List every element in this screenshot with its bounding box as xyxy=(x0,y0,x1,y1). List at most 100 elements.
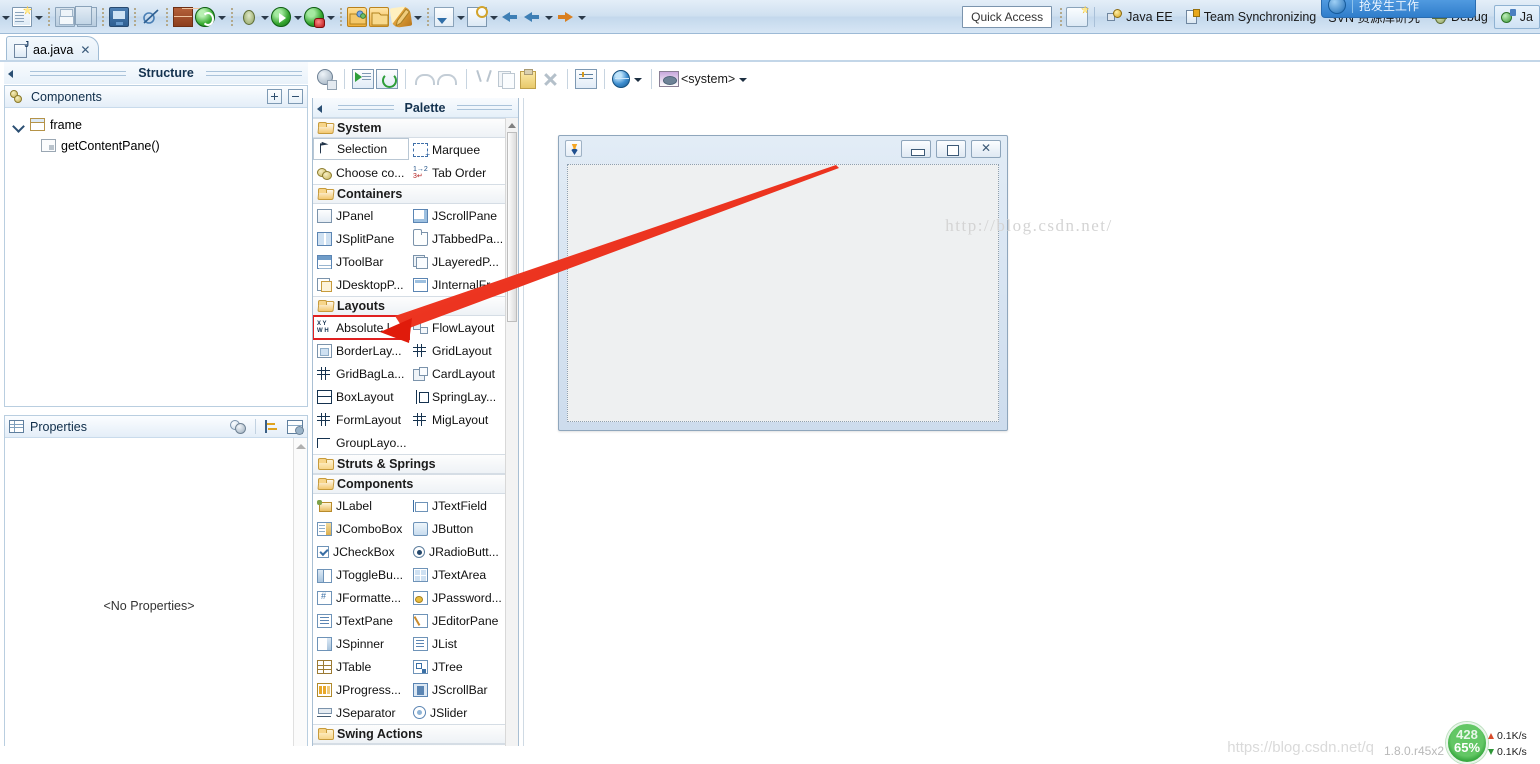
close-icon[interactable]: ✕ xyxy=(80,43,90,57)
scroll-up-icon[interactable] xyxy=(296,442,306,452)
open-folder-icon[interactable] xyxy=(347,6,367,27)
toolbar-overflow-arrow[interactable] xyxy=(0,7,11,27)
run-dropdown-arrow[interactable] xyxy=(292,7,303,27)
minimize-icon[interactable] xyxy=(901,140,931,158)
palette-item-jpasswordfield[interactable]: JPassword... xyxy=(409,586,505,609)
palette-section-containers[interactable]: Containers xyxy=(313,184,505,204)
globe-icon[interactable] xyxy=(612,70,630,88)
green-circle-icon[interactable] xyxy=(195,6,215,27)
search-icon[interactable] xyxy=(467,5,488,27)
properties-menu-icon[interactable] xyxy=(287,419,304,435)
back-arrow-icon[interactable] xyxy=(500,7,520,27)
chevron-down-icon[interactable] xyxy=(13,119,25,131)
globe-dropdown-icon[interactable] xyxy=(632,69,644,89)
redo-icon[interactable] xyxy=(437,69,459,89)
palette-item-cardlayout[interactable]: CardLayout xyxy=(409,362,505,385)
look-and-feel-dropdown-icon[interactable] xyxy=(737,69,749,89)
palette-item-jtogglebutton[interactable]: JToggleBu... xyxy=(313,563,409,586)
quill-icon[interactable] xyxy=(389,5,413,28)
palette-item-jsplitpane[interactable]: JSplitPane xyxy=(313,227,409,250)
grid-icon[interactable] xyxy=(173,6,193,27)
quick-access-input[interactable]: Quick Access xyxy=(962,5,1053,28)
export-icon[interactable] xyxy=(434,6,454,27)
annotation-off-icon[interactable] xyxy=(141,7,161,27)
palette-item-jtextarea[interactable]: JTextArea xyxy=(409,563,505,586)
palette-item-jtextpane[interactable]: JTextPane xyxy=(313,609,409,632)
restore-defaults-icon[interactable] xyxy=(230,419,246,434)
palette-section-swing-actions[interactable]: Swing Actions xyxy=(313,724,505,744)
new-file-icon[interactable] xyxy=(12,6,32,27)
palette-item-choose-component[interactable]: Choose co... xyxy=(313,161,409,184)
palette-item-miglayout[interactable]: MigLayout xyxy=(409,408,505,431)
palette-section-system[interactable]: System xyxy=(313,118,505,138)
debug-bug-icon[interactable] xyxy=(238,7,258,27)
palette-item-jspinner[interactable]: JSpinner xyxy=(313,632,409,655)
save-all-icon[interactable] xyxy=(75,5,97,27)
palette-item-gridbaglayout[interactable]: GridBagLa... xyxy=(313,362,409,385)
next-arrow-icon[interactable] xyxy=(555,7,575,27)
maximize-icon[interactable] xyxy=(936,140,966,158)
palette-item-absolute-layout[interactable]: Absolute l... xyxy=(313,315,410,340)
palette-section-struts-springs[interactable]: Struts & Springs xyxy=(313,454,505,474)
show-advanced-icon[interactable] xyxy=(265,419,281,434)
palette-scrollbar[interactable] xyxy=(505,118,518,763)
palette-item-jformattedtextfield[interactable]: JFormatte... xyxy=(313,586,409,609)
palette-item-jlist[interactable]: JList xyxy=(409,632,505,655)
palette-item-selection[interactable]: Selection xyxy=(313,138,409,160)
tree-item-frame[interactable]: frame xyxy=(13,114,307,135)
next-dropdown-arrow[interactable] xyxy=(576,7,587,27)
expand-all-button[interactable] xyxy=(267,89,282,104)
source-icon[interactable] xyxy=(352,69,374,89)
palette-item-jprogressbar[interactable]: JProgress... xyxy=(313,678,409,701)
tree-item-getcontentpane[interactable]: getContentPane() xyxy=(13,135,307,156)
new-file-dropdown-arrow[interactable] xyxy=(33,7,44,27)
system-monitor-widget[interactable]: 428 65% xyxy=(1446,722,1488,764)
debug-dropdown-arrow[interactable] xyxy=(259,7,270,27)
jframe-content-pane[interactable] xyxy=(567,164,999,422)
paste-icon[interactable] xyxy=(518,69,538,89)
refresh-icon[interactable] xyxy=(376,69,398,89)
palette-item-boxlayout[interactable]: BoxLayout xyxy=(313,385,409,408)
palette-item-jlayeredpane[interactable]: JLayeredP... xyxy=(409,250,505,273)
palette-item-jdesktoppane[interactable]: JDesktopP... xyxy=(313,273,409,296)
export-dropdown-arrow[interactable] xyxy=(455,7,466,27)
scrollbar-thumb[interactable] xyxy=(507,132,517,322)
palette-item-jtextfield[interactable]: JTextField xyxy=(409,494,505,517)
palette-item-jlabel[interactable]: JLabel xyxy=(313,494,409,517)
palette-item-gridlayout[interactable]: GridLayout xyxy=(409,339,505,362)
open-perspective-icon[interactable] xyxy=(1066,6,1089,27)
palette-item-jseparator[interactable]: JSeparator xyxy=(313,701,409,724)
palette-section-components[interactable]: Components xyxy=(313,474,505,494)
run-debug-icon[interactable] xyxy=(304,6,325,28)
perspective-java[interactable]: Ja xyxy=(1493,4,1540,29)
palette-collapse-icon[interactable] xyxy=(313,99,327,117)
palette-section-layouts[interactable]: Layouts xyxy=(313,296,505,316)
palette-item-jinternalframe[interactable]: JInternalFr. xyxy=(409,273,505,296)
folder-icon[interactable] xyxy=(369,6,389,27)
palette-item-jradiobutton[interactable]: JRadioButt... xyxy=(409,540,505,563)
palette-item-jtabbedpane[interactable]: JTabbedPa... xyxy=(409,227,505,250)
palette-item-springlayout[interactable]: SpringLay... xyxy=(409,385,505,408)
palette-item-jscrollpane[interactable]: JScrollPane xyxy=(409,204,505,227)
prev-arrow-icon[interactable] xyxy=(522,7,542,27)
jframe-preview[interactable] xyxy=(558,135,1008,431)
palette-item-jscrollbar[interactable]: JScrollBar xyxy=(409,678,505,701)
palette-item-jtable[interactable]: JTable xyxy=(313,655,409,678)
properties-scrollbar[interactable] xyxy=(293,438,307,764)
palette-item-jpanel[interactable]: JPanel xyxy=(313,204,409,227)
run-play-icon[interactable] xyxy=(271,6,291,27)
palette-item-jbutton[interactable]: JButton xyxy=(409,517,505,540)
palette-item-marquee[interactable]: Marquee xyxy=(409,138,505,161)
test-icon[interactable] xyxy=(315,68,337,90)
prev-dropdown-arrow[interactable] xyxy=(543,7,554,27)
palette-item-borderlayout[interactable]: BorderLay... xyxy=(313,339,409,362)
notification-popup[interactable]: 抢发生工作 xyxy=(1321,0,1476,18)
green-circle-dropdown-arrow[interactable] xyxy=(216,7,227,27)
collapse-arrow-icon[interactable] xyxy=(4,64,18,82)
design-canvas[interactable]: http://blog.csdn.net/ xyxy=(523,98,1534,746)
quill-dropdown-arrow[interactable] xyxy=(412,7,423,27)
cut-icon[interactable] xyxy=(474,69,494,89)
undo-icon[interactable] xyxy=(413,69,435,89)
palette-item-jslider[interactable]: JSlider xyxy=(409,701,505,724)
print-icon[interactable] xyxy=(109,6,129,27)
